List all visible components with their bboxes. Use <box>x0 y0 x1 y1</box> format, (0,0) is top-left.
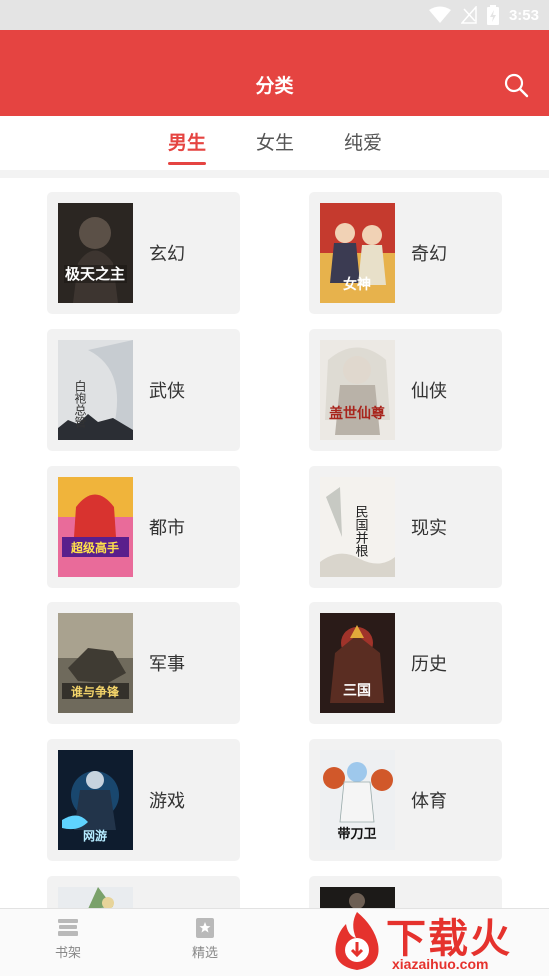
svg-text:盖世仙尊: 盖世仙尊 <box>329 405 385 422</box>
nav-bookshelf[interactable]: 书架 <box>33 917 103 961</box>
svg-text:超级高手: 超级高手 <box>70 540 119 555</box>
category-card-lishi[interactable]: 三国 历史 <box>309 602 502 724</box>
star-icon <box>196 918 214 938</box>
tab-label: 纯爱 <box>344 132 383 154</box>
battery-icon <box>486 5 499 25</box>
svg-text:谁与争锋: 谁与争锋 <box>71 684 120 699</box>
category-card-dushi[interactable]: 超级高手 都市 <box>47 466 240 588</box>
watermark-logo: 下载火 xiazaihuo.com <box>322 904 549 976</box>
category-card-qihuan[interactable]: 女神 奇幻 <box>309 192 502 314</box>
book-cover: 谁与争锋 <box>58 613 133 713</box>
tab-pure-love[interactable]: 纯爱 <box>344 128 382 155</box>
category-label: 仙侠 <box>411 381 447 402</box>
category-label: 都市 <box>149 518 185 539</box>
app-header: 分类 <box>0 30 549 116</box>
tab-male[interactable]: 男生 <box>168 128 207 165</box>
category-card-xianxia[interactable]: 盖世仙尊 仙侠 <box>309 329 502 451</box>
wifi-icon <box>428 6 451 23</box>
category-card-partial-left[interactable] <box>47 876 240 908</box>
status-icons: 3:53 <box>428 5 539 25</box>
category-label: 体育 <box>411 791 447 812</box>
book-cover <box>58 887 133 908</box>
book-cover: 三国 <box>320 613 395 713</box>
search-icon <box>504 73 529 98</box>
category-card-tiyu[interactable]: 带刀卫 体育 <box>309 739 502 861</box>
tab-label: 男生 <box>168 132 207 154</box>
svg-text:极天之主: 极天之主 <box>65 265 125 283</box>
category-label: 武侠 <box>149 381 185 402</box>
category-grid: 极天之主 玄幻 女神 奇幻 白袍总管 武侠 盖世仙尊 仙侠 超级高手 都市 民国… <box>0 178 549 908</box>
category-card-wuxia[interactable]: 白袍总管 武侠 <box>47 329 240 451</box>
gender-tabs: 男生 女生 纯爱 <box>0 116 549 170</box>
category-label: 玄幻 <box>149 244 185 265</box>
book-cover: 民国并根 <box>320 477 395 577</box>
tab-active-indicator <box>168 162 207 165</box>
status-time: 3:53 <box>508 6 539 24</box>
search-button[interactable] <box>503 72 529 98</box>
nav-label: 书架 <box>54 946 81 961</box>
svg-text:网游: 网游 <box>83 828 107 843</box>
category-label: 现实 <box>411 518 447 539</box>
category-card-youxi[interactable]: 网游 游戏 <box>47 739 240 861</box>
svg-text:女神: 女神 <box>343 276 371 293</box>
svg-text:带刀卫: 带刀卫 <box>337 826 376 842</box>
category-label: 军事 <box>149 654 185 675</box>
signal-icon <box>460 6 477 24</box>
nav-label: 精选 <box>191 946 218 961</box>
book-cover: 极天之主 <box>58 203 133 303</box>
book-cover: 女神 <box>320 203 395 303</box>
svg-text:白袍总管: 白袍总管 <box>73 379 87 429</box>
tab-label: 女生 <box>256 132 295 154</box>
book-cover: 盖世仙尊 <box>320 340 395 440</box>
book-cover: 白袍总管 <box>58 340 133 440</box>
category-card-xuanhuan[interactable]: 极天之主 玄幻 <box>47 192 240 314</box>
svg-text:三国: 三国 <box>343 683 371 699</box>
bookshelf-icon <box>58 919 78 936</box>
status-bar: 3:53 <box>0 0 549 30</box>
nav-featured[interactable]: 精选 <box>170 917 240 961</box>
page-title: 分类 <box>255 75 294 97</box>
book-cover: 超级高手 <box>58 477 133 577</box>
category-label: 游戏 <box>149 791 185 812</box>
section-divider <box>0 170 549 178</box>
category-card-junshi[interactable]: 谁与争锋 军事 <box>47 602 240 724</box>
svg-text:民国并根: 民国并根 <box>353 505 369 557</box>
category-card-xianshi[interactable]: 民国并根 现实 <box>309 466 502 588</box>
tab-female[interactable]: 女生 <box>256 128 294 155</box>
category-label: 历史 <box>411 654 447 675</box>
book-cover: 网游 <box>58 750 133 850</box>
flame-icon <box>335 912 379 970</box>
watermark-url: xiazaihuo.com <box>392 956 489 972</box>
category-label: 奇幻 <box>411 244 447 265</box>
book-cover: 带刀卫 <box>320 750 395 850</box>
